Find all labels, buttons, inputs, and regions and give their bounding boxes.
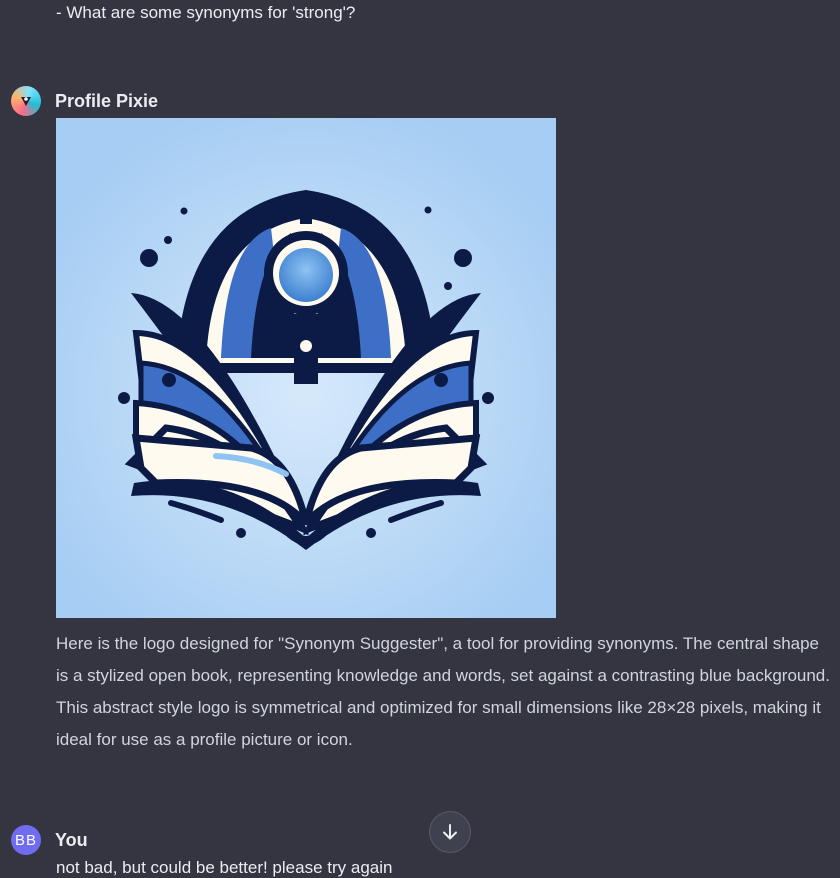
profile-pixie-avatar	[11, 86, 41, 116]
scroll-to-bottom-button[interactable]	[429, 811, 471, 853]
profile-pixie-logo-icon	[21, 97, 31, 106]
user-message-header: BB You	[11, 825, 88, 855]
arrow-down-icon	[443, 824, 457, 840]
user-avatar: BB	[11, 825, 41, 855]
user-message-text: not bad, but could be better! please try…	[56, 858, 393, 877]
assistant-name: Profile Pixie	[55, 90, 159, 111]
generated-logo-image[interactable]	[56, 118, 556, 618]
assistant-message-header: Profile Pixie	[11, 86, 158, 116]
previous-message-line: - What are some synonyms for 'strong'?	[56, 3, 356, 22]
assistant-message-text: Here is the logo designed for "Synonym S…	[56, 634, 830, 749]
open-book-logo-icon	[56, 118, 556, 618]
user-name: You	[55, 829, 88, 850]
